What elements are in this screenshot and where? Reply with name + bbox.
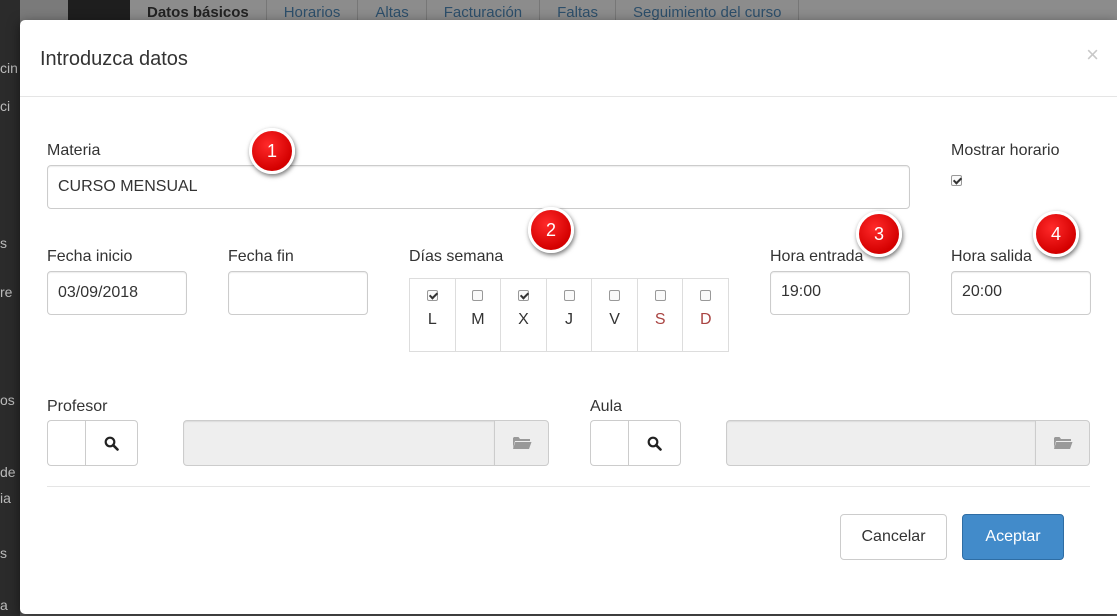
fecha-fin-label: Fecha fin	[228, 248, 294, 265]
hora-entrada-label: Hora entrada	[770, 248, 864, 265]
footer-divider	[47, 486, 1090, 487]
day-martes[interactable]: M	[456, 279, 502, 351]
checkbox-unchecked-icon	[563, 290, 575, 301]
day-viernes[interactable]: V	[592, 279, 638, 351]
profesor-name-input	[183, 420, 495, 466]
hora-entrada-input[interactable]: 19:00	[770, 271, 910, 315]
day-letter: M	[471, 311, 485, 328]
checkbox-checked-icon	[951, 175, 962, 187]
day-miercoles[interactable]: X	[501, 279, 547, 351]
day-letter: D	[699, 311, 712, 328]
annotation-badge-4: 4	[1033, 211, 1079, 257]
accept-button[interactable]: Aceptar	[962, 514, 1064, 560]
dias-semana-label: Días semana	[409, 248, 504, 265]
day-lunes[interactable]: L	[410, 279, 456, 351]
materia-label: Materia	[47, 142, 101, 159]
annotation-badge-2: 2	[528, 207, 574, 253]
materia-input[interactable]: CURSO MENSUAL	[47, 165, 910, 209]
aula-browse-button[interactable]	[1035, 420, 1090, 466]
introduzca-datos-modal: Introduzca datos × Materia CURSO MENSUAL…	[20, 20, 1117, 614]
aula-code-input[interactable]	[590, 420, 629, 466]
checkbox-unchecked-icon	[654, 290, 666, 301]
day-letter: X	[518, 311, 529, 328]
aula-name-input	[726, 420, 1036, 466]
modal-title: Introduzca datos	[40, 48, 188, 70]
mostrar-horario-label: Mostrar horario	[951, 142, 1060, 159]
profesor-search-button[interactable]	[85, 420, 138, 466]
checkbox-unchecked-icon	[472, 290, 484, 301]
profesor-label: Profesor	[47, 398, 108, 415]
search-icon	[104, 436, 119, 451]
annotation-badge-1: 1	[249, 128, 295, 174]
day-letter: L	[427, 311, 437, 328]
hora-salida-input[interactable]: 20:00	[951, 271, 1091, 315]
day-domingo[interactable]: D	[683, 279, 728, 351]
folder-open-icon	[512, 437, 531, 449]
day-letter: S	[654, 311, 666, 328]
search-icon	[647, 436, 662, 451]
checkbox-checked-icon	[426, 290, 438, 301]
profesor-code-input[interactable]	[47, 420, 86, 466]
profesor-browse-button[interactable]	[494, 420, 549, 466]
fecha-inicio-label: Fecha inicio	[47, 248, 133, 265]
folder-open-icon	[1053, 437, 1072, 449]
dias-semana-group: L M X J V S D	[409, 278, 729, 352]
close-icon[interactable]: ×	[1086, 42, 1099, 68]
checkbox-checked-icon	[517, 290, 529, 301]
mostrar-horario-checkbox[interactable]	[951, 172, 962, 190]
checkbox-unchecked-icon	[700, 290, 712, 301]
fecha-inicio-input[interactable]: 03/09/2018	[47, 271, 187, 315]
day-jueves[interactable]: J	[547, 279, 593, 351]
modal-header: Introduzca datos ×	[20, 20, 1117, 97]
day-letter: J	[565, 311, 574, 328]
annotation-badge-3: 3	[856, 211, 902, 257]
checkbox-unchecked-icon	[609, 290, 621, 301]
background-sidebar: cin ci s re os de ia s a	[0, 0, 20, 616]
aula-label: Aula	[590, 398, 623, 415]
cancel-button[interactable]: Cancelar	[840, 514, 947, 560]
day-letter: V	[609, 311, 620, 328]
hora-salida-label: Hora salida	[951, 248, 1032, 265]
fecha-fin-input[interactable]	[228, 271, 368, 315]
aula-search-button[interactable]	[628, 420, 681, 466]
day-sabado[interactable]: S	[638, 279, 684, 351]
